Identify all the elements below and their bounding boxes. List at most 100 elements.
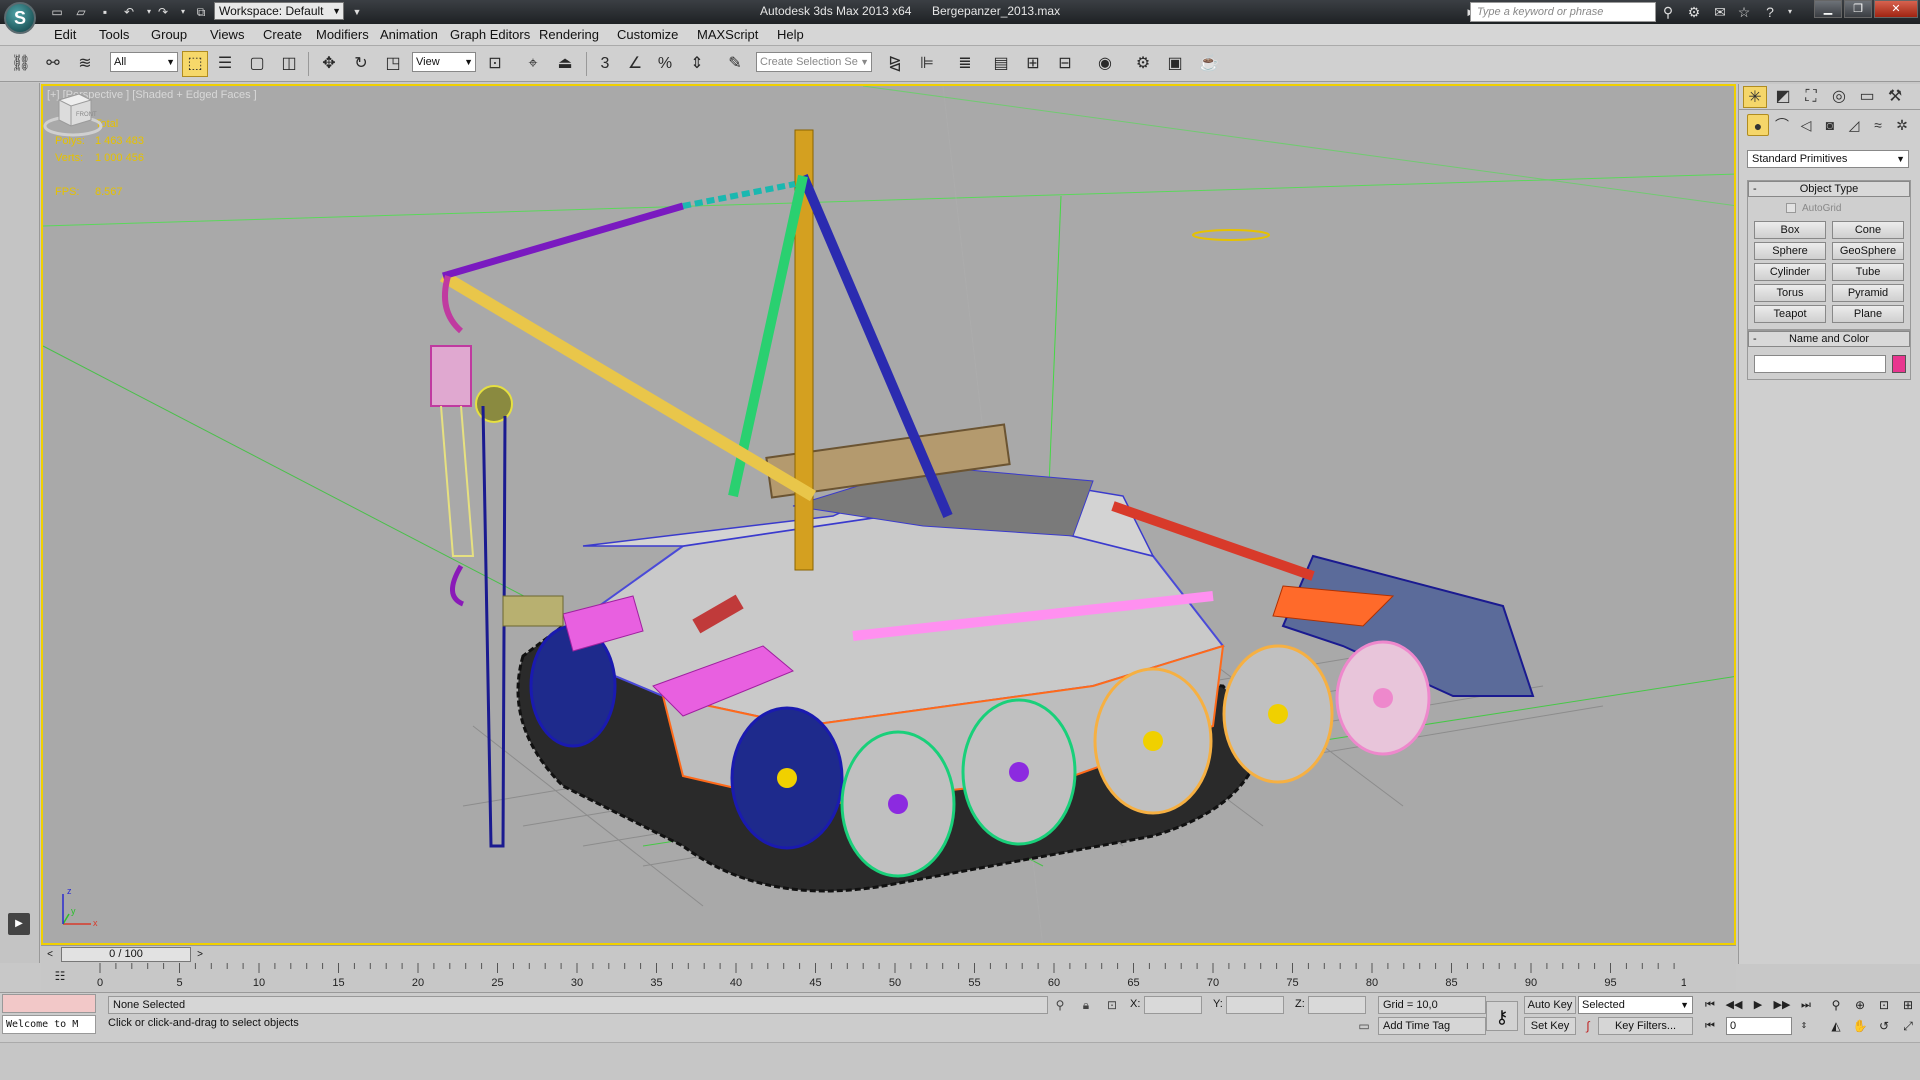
app-logo-icon[interactable]: S bbox=[4, 2, 36, 34]
next-frame-icon[interactable]: > bbox=[193, 947, 207, 962]
next-key-icon[interactable]: ▶▶ bbox=[1772, 996, 1792, 1014]
maxscript-mini-listener[interactable] bbox=[2, 994, 96, 1013]
close-button[interactable]: ✕ bbox=[1874, 0, 1918, 18]
customize-qa-icon[interactable]: ▼ bbox=[348, 3, 366, 21]
go-to-start-icon[interactable]: ⏮ bbox=[1700, 996, 1720, 1014]
set-key-button[interactable]: Set Key bbox=[1524, 1017, 1576, 1035]
binoculars-icon[interactable]: ⚲ bbox=[1658, 3, 1678, 21]
tab-create-icon[interactable]: ✳ bbox=[1743, 86, 1767, 108]
favorites-star-icon[interactable]: ☆ bbox=[1734, 3, 1754, 21]
select-and-move-icon[interactable]: ✥ bbox=[316, 51, 342, 77]
mirror-icon[interactable]: ⧎ bbox=[882, 51, 908, 77]
mini-curve-editor-icon[interactable]: ☷ bbox=[50, 966, 70, 986]
crane-chain[interactable] bbox=[442, 181, 796, 280]
spinner-snap-icon[interactable]: ⇕ bbox=[684, 51, 710, 77]
z-coordinate-field[interactable] bbox=[1308, 996, 1366, 1014]
auto-key-button[interactable]: Auto Key bbox=[1524, 996, 1576, 1014]
unlink-selection-icon[interactable]: ⚯ bbox=[40, 51, 66, 77]
menu-animation[interactable]: Animation bbox=[380, 27, 438, 42]
rendered-frame-window-icon[interactable]: ▣ bbox=[1162, 51, 1188, 77]
light-helper[interactable] bbox=[1192, 229, 1270, 241]
redo-icon[interactable]: ↷ bbox=[154, 3, 172, 21]
name-and-color-header[interactable]: - Name and Color bbox=[1748, 331, 1910, 347]
schematic-view-icon[interactable]: ⊟ bbox=[1052, 51, 1078, 77]
time-slider[interactable]: < 0 / 100 > bbox=[41, 945, 1736, 963]
frame-spinner-icon[interactable]: ⇕ bbox=[1794, 1017, 1814, 1035]
select-and-manipulate-icon[interactable]: ⌖ bbox=[520, 51, 546, 77]
space-warps-icon[interactable]: ≈ bbox=[1867, 114, 1889, 136]
menu-views[interactable]: Views bbox=[210, 27, 244, 42]
named-selection-sets-dropdown[interactable]: Create Selection Se ▼ bbox=[756, 52, 872, 72]
open-file-icon[interactable]: ▱ bbox=[72, 3, 90, 21]
menu-tools[interactable]: Tools bbox=[99, 27, 129, 42]
menu-create[interactable]: Create bbox=[263, 27, 302, 42]
tab-display-icon[interactable]: ▭ bbox=[1855, 86, 1879, 108]
minimize-button[interactable]: ▁ bbox=[1814, 0, 1842, 18]
object-name-input[interactable] bbox=[1754, 355, 1886, 373]
menu-maxscript[interactable]: MAXScript bbox=[697, 27, 758, 42]
previous-frame-icon[interactable]: < bbox=[43, 947, 57, 962]
sphere-button[interactable]: Sphere bbox=[1754, 242, 1826, 260]
default-tangent-icon[interactable]: ∫ bbox=[1580, 1017, 1596, 1035]
perspective-viewport[interactable]: [+] [Perspective ] [Shaded + Edged Faces… bbox=[41, 84, 1736, 945]
graphite-ribbon-icon[interactable]: ▤ bbox=[988, 51, 1014, 77]
key-mode-dropdown[interactable]: Selected ▼ bbox=[1578, 996, 1693, 1014]
play-icon[interactable]: ▶ bbox=[1748, 996, 1768, 1014]
redo-dropdown-icon[interactable]: ▾ bbox=[174, 3, 192, 21]
workspace-dropdown[interactable]: Workspace: Default ▼ bbox=[214, 2, 344, 20]
torus-button[interactable]: Torus bbox=[1754, 284, 1826, 302]
snaps-toggle-icon[interactable]: 3 bbox=[592, 51, 618, 77]
menu-rendering[interactable]: Rendering bbox=[539, 27, 599, 42]
current-frame-field[interactable]: 0 bbox=[1726, 1017, 1792, 1035]
restore-button[interactable]: ❐ bbox=[1844, 0, 1872, 18]
lights-icon[interactable]: ◁ bbox=[1795, 114, 1817, 136]
y-coordinate-field[interactable] bbox=[1226, 996, 1284, 1014]
add-time-tag-button[interactable]: Add Time Tag bbox=[1378, 1017, 1486, 1035]
time-slider-thumb[interactable]: 0 / 100 bbox=[61, 947, 191, 962]
shapes-icon[interactable]: ⌒ bbox=[1771, 114, 1793, 136]
material-editor-icon[interactable]: ◉ bbox=[1092, 51, 1118, 77]
pyramid-button[interactable]: Pyramid bbox=[1832, 284, 1904, 302]
menu-graph-editors[interactable]: Graph Editors bbox=[450, 27, 530, 42]
tab-hierarchy-icon[interactable]: ⛶ bbox=[1799, 86, 1823, 108]
help-icon[interactable]: ? bbox=[1760, 3, 1780, 21]
select-and-link-icon[interactable]: ⛓ bbox=[8, 51, 34, 77]
tab-motion-icon[interactable]: ◎ bbox=[1827, 86, 1851, 108]
reference-coordinate-dropdown[interactable]: View ▼ bbox=[412, 52, 476, 72]
pivot-center-icon[interactable]: ⊡ bbox=[482, 51, 508, 77]
percent-snap-icon[interactable]: % bbox=[652, 51, 678, 77]
absolute-mode-icon[interactable]: ⊡ bbox=[1104, 996, 1120, 1014]
geosphere-button[interactable]: GeoSphere bbox=[1832, 242, 1904, 260]
go-to-end-icon[interactable]: ⏭ bbox=[1796, 996, 1816, 1014]
field-of-view-icon[interactable]: ◭ bbox=[1826, 1017, 1846, 1035]
tab-modify-icon[interactable]: ◩ bbox=[1771, 86, 1795, 108]
previous-key-icon[interactable]: ◀◀ bbox=[1724, 996, 1744, 1014]
align-icon[interactable]: ⊫ bbox=[914, 51, 940, 77]
teapot-button[interactable]: Teapot bbox=[1754, 305, 1826, 323]
rectangular-selection-icon[interactable]: ▢ bbox=[244, 51, 270, 77]
project-folder-icon[interactable]: ⧉ bbox=[192, 3, 210, 21]
autogrid-checkbox[interactable]: AutoGrid bbox=[1786, 203, 1841, 214]
menu-customize[interactable]: Customize bbox=[617, 27, 678, 42]
subscription-icon[interactable]: ⚙ bbox=[1684, 3, 1704, 21]
box-button[interactable]: Box bbox=[1754, 221, 1826, 239]
cameras-icon[interactable]: ◙ bbox=[1819, 114, 1841, 136]
plane-button[interactable]: Plane bbox=[1832, 305, 1904, 323]
selection-lock-icon[interactable]: 🔒︎ bbox=[1078, 996, 1094, 1014]
angle-snap-icon[interactable]: ∠ bbox=[622, 51, 648, 77]
maxscript-listener-output[interactable]: Welcome to M bbox=[2, 1015, 96, 1034]
menu-modifiers[interactable]: Modifiers bbox=[316, 27, 369, 42]
help-dropdown-icon[interactable]: ▾ bbox=[1780, 3, 1800, 21]
communication-center-icon[interactable]: ✉ bbox=[1710, 3, 1730, 21]
zoom-extents-icon[interactable]: ⊡ bbox=[1874, 996, 1894, 1014]
pulley-block[interactable] bbox=[430, 275, 513, 848]
key-mode-toggle-icon[interactable]: ⏮ bbox=[1700, 1017, 1720, 1035]
menu-help[interactable]: Help bbox=[777, 27, 804, 42]
menu-group[interactable]: Group bbox=[151, 27, 187, 42]
zoom-icon[interactable]: ⚲ bbox=[1826, 996, 1846, 1014]
play-toggle-icon[interactable]: ▶ bbox=[8, 913, 30, 935]
systems-icon[interactable]: ✲ bbox=[1891, 114, 1913, 136]
orbit-icon[interactable]: ↺ bbox=[1874, 1017, 1894, 1035]
render-production-icon[interactable]: ☕ bbox=[1196, 51, 1222, 77]
cylinder-button[interactable]: Cylinder bbox=[1754, 263, 1826, 281]
